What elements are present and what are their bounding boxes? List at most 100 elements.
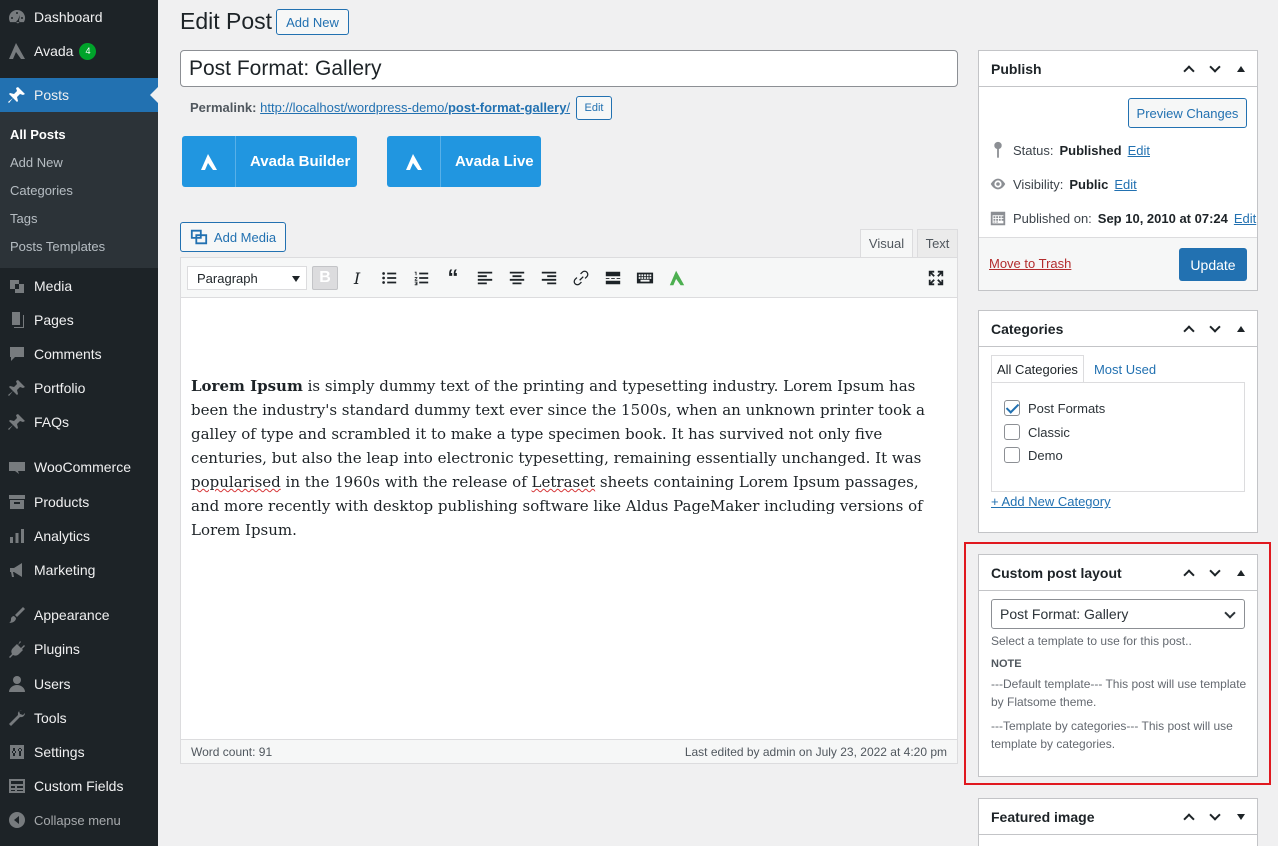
bulleted-list-button[interactable] [376, 266, 402, 290]
move-up-button[interactable] [1181, 811, 1197, 825]
menu-posts[interactable]: Posts [0, 78, 158, 112]
collapse-box-button[interactable] [1233, 326, 1249, 332]
add-media-button[interactable]: Add Media [180, 222, 286, 252]
add-new-post-button[interactable]: Add New [276, 9, 349, 35]
chevron-up-icon [1183, 325, 1195, 337]
post-title-input[interactable]: Post Format: Gallery [180, 50, 958, 87]
menu-appearance[interactable]: Appearance [0, 598, 158, 632]
posts-submenu: All Posts Add New Categories Tags Posts … [0, 112, 158, 268]
avada-shortcode-button[interactable] [664, 266, 690, 290]
add-new-category-link[interactable]: + Add New Category [991, 494, 1111, 509]
move-down-button[interactable] [1207, 61, 1223, 73]
move-to-trash-link[interactable]: Move to Trash [989, 256, 1071, 271]
chevron-down-icon [1209, 321, 1221, 333]
category-item[interactable]: Classic [1004, 424, 1070, 440]
menu-plugins[interactable]: Plugins [0, 632, 158, 666]
chevron-down-icon [1209, 809, 1221, 821]
user-icon [0, 674, 34, 694]
menu-faqs[interactable]: FAQs [0, 405, 158, 439]
menu-woocommerce[interactable]: WooCommerce [0, 450, 158, 484]
align-left-button[interactable] [472, 266, 498, 290]
published-value: Sep 10, 2010 at 07:24 [1097, 210, 1228, 226]
misspelled-word: Letraset [531, 473, 596, 491]
menu-comments[interactable]: Comments [0, 337, 158, 371]
caret-down-icon [1237, 814, 1245, 820]
checkbox[interactable] [1004, 424, 1020, 440]
preview-changes-button[interactable]: Preview Changes [1128, 98, 1247, 128]
menu-custom-fields[interactable]: Custom Fields [0, 769, 158, 803]
tab-all-categories[interactable]: All Categories [991, 355, 1084, 383]
read-more-button[interactable] [600, 266, 626, 290]
align-right-button[interactable] [536, 266, 562, 290]
submenu-posts-templates[interactable]: Posts Templates [10, 239, 105, 254]
link-icon [573, 270, 589, 286]
status-value: Published [1059, 142, 1122, 158]
edit-status-link[interactable]: Edit [1128, 143, 1150, 158]
edit-visibility-link[interactable]: Edit [1114, 177, 1136, 192]
caret-down-icon [292, 276, 300, 282]
permalink-url[interactable]: http://localhost/wordpress-demo/post-for… [260, 100, 570, 115]
menu-label: WooCommerce [34, 459, 131, 475]
submenu-all-posts[interactable]: All Posts [10, 127, 66, 142]
menu-pages[interactable]: Pages [0, 303, 158, 337]
avada-live-label: Avada Live [455, 153, 534, 170]
categories-box: Categories All Categories Most Used Post… [978, 310, 1258, 533]
menu-marketing[interactable]: Marketing [0, 553, 158, 587]
tab-text[interactable]: Text [917, 229, 958, 258]
update-button[interactable]: Update [1179, 248, 1247, 281]
menu-label: Media [34, 278, 73, 294]
align-center-button[interactable] [504, 266, 530, 290]
menu-settings[interactable]: Settings [0, 735, 158, 769]
media-icon [190, 229, 208, 245]
menu-users[interactable]: Users [0, 667, 158, 701]
tab-visual[interactable]: Visual [860, 229, 913, 258]
caret-up-icon [1237, 326, 1245, 332]
format-select[interactable]: Paragraph [187, 266, 307, 290]
toolbar-toggle-button[interactable] [632, 266, 658, 290]
submenu-categories[interactable]: Categories [10, 183, 73, 198]
pin-icon [0, 85, 34, 105]
menu-tools[interactable]: Tools [0, 701, 158, 735]
move-down-button[interactable] [1207, 321, 1223, 333]
permalink-tail: / [566, 100, 571, 115]
avada-live-button[interactable]: Avada Live [387, 136, 541, 187]
menu-media[interactable]: Media [0, 269, 158, 303]
menu-dashboard[interactable]: Dashboard [0, 0, 158, 34]
submenu-tags[interactable]: Tags [10, 211, 37, 226]
editor-content[interactable]: Lorem Ipsum is simply dummy text of the … [191, 374, 951, 542]
italic-button[interactable]: I [344, 266, 370, 290]
numbered-list-button[interactable] [408, 266, 434, 290]
page-title: Edit Post [180, 8, 273, 34]
checkbox-checked[interactable] [1004, 400, 1020, 416]
bold-button[interactable]: B [312, 266, 338, 290]
paintbrush-icon [0, 605, 34, 625]
category-tabs: All Categories Most Used [991, 355, 1161, 383]
menu-products[interactable]: Products [0, 485, 158, 519]
collapse-box-button[interactable] [1233, 66, 1249, 72]
menu-label: Appearance [34, 607, 110, 623]
menu-avada[interactable]: Avada 4 [0, 34, 158, 68]
category-item[interactable]: Post Formats [1004, 400, 1105, 416]
menu-portfolio[interactable]: Portfolio [0, 371, 158, 405]
move-down-button[interactable] [1207, 809, 1223, 821]
category-item[interactable]: Demo [1004, 447, 1063, 463]
menu-label: Collapse menu [34, 812, 121, 828]
avada-builder-button[interactable]: Avada Builder [182, 136, 357, 187]
fullscreen-button[interactable] [923, 266, 949, 290]
expand-box-button[interactable] [1233, 814, 1249, 820]
collapse-menu-button[interactable]: Collapse menu [0, 803, 158, 837]
move-up-button[interactable] [1181, 323, 1197, 337]
box-controls [1181, 51, 1249, 87]
eye-icon [990, 178, 1006, 190]
edit-permalink-button[interactable]: Edit [576, 96, 612, 120]
post-editor[interactable]: Paragraph B I “ Lorem Ipsum is simply du… [180, 257, 958, 764]
tab-most-used[interactable]: Most Used [1084, 355, 1161, 383]
move-up-button[interactable] [1181, 63, 1197, 77]
checkbox[interactable] [1004, 447, 1020, 463]
submenu-add-new[interactable]: Add New [10, 155, 63, 170]
insert-link-button[interactable] [568, 266, 594, 290]
menu-label: Tools [34, 710, 67, 726]
edit-date-link[interactable]: Edit [1234, 211, 1256, 226]
blockquote-button[interactable]: “ [440, 265, 466, 290]
menu-analytics[interactable]: Analytics [0, 519, 158, 553]
